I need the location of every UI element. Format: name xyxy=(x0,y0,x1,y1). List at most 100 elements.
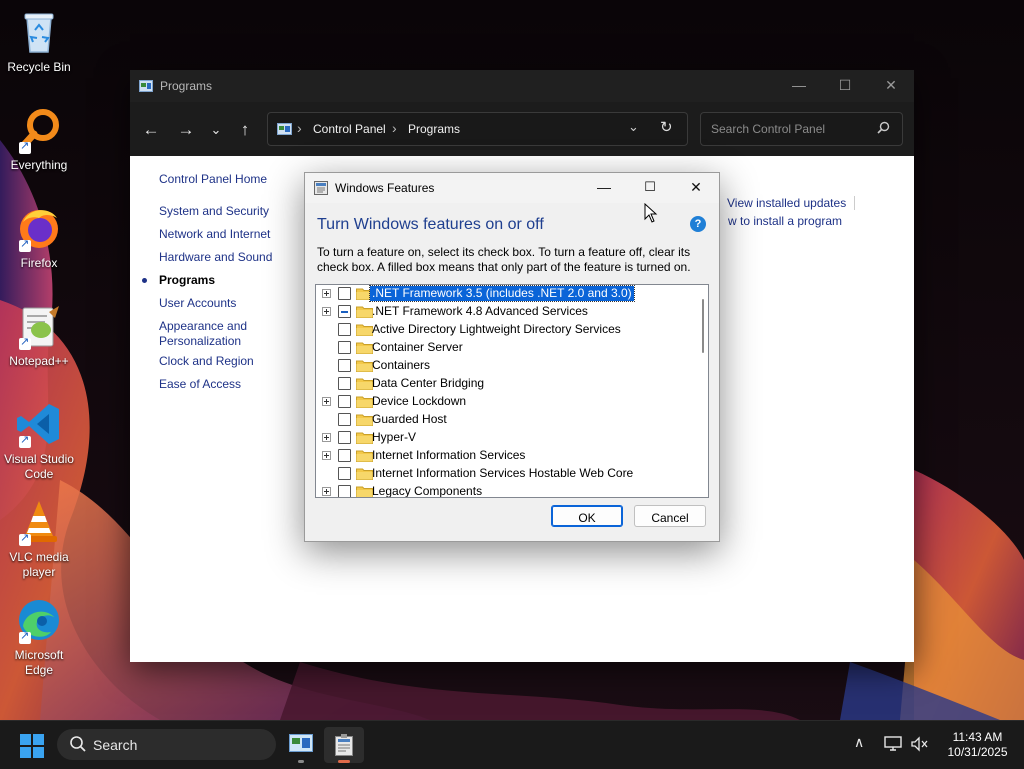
feature-row[interactable]: Hyper-V xyxy=(316,429,696,447)
minimize-button[interactable]: — xyxy=(581,173,627,203)
nav-link-clock-and-region[interactable]: Clock and Region xyxy=(159,354,254,369)
desktop-icon-vscode[interactable]: Visual Studio Code xyxy=(2,400,76,482)
search-input[interactable] xyxy=(709,121,873,137)
nav-link-hardware-and-sound[interactable]: Hardware and Sound xyxy=(159,250,272,265)
back-arrow-icon[interactable]: ← xyxy=(138,117,164,143)
windows-features-icon xyxy=(314,181,328,195)
feature-row[interactable]: Active Directory Lightweight Directory S… xyxy=(316,321,696,339)
nav-link-ease-of-access[interactable]: Ease of Access xyxy=(159,377,241,392)
clock-time: 11:43 AM xyxy=(952,730,1003,744)
close-button[interactable]: ✕ xyxy=(868,70,914,102)
feature-checkbox[interactable] xyxy=(338,467,351,480)
view-installed-updates-link[interactable]: View installed updates xyxy=(727,196,846,210)
expand-plus-icon[interactable] xyxy=(322,307,331,316)
recent-locations-chevron-icon[interactable]: ⌄ xyxy=(203,117,229,143)
feature-checkbox[interactable] xyxy=(338,377,351,390)
nav-link-user-accounts[interactable]: User Accounts xyxy=(159,296,236,311)
desktop-icon-label: Everything xyxy=(10,158,68,172)
feature-checkbox[interactable] xyxy=(338,413,351,426)
desktop-icon-vlc[interactable]: VLC media player xyxy=(2,498,76,580)
dialog-title: Windows Features xyxy=(335,181,435,195)
vlc-icon xyxy=(15,498,63,546)
feature-checkbox[interactable] xyxy=(338,359,351,372)
close-button[interactable]: ✕ xyxy=(673,173,719,203)
nav-link-control-panel-home[interactable]: Control Panel Home xyxy=(159,172,267,187)
feature-checkbox[interactable] xyxy=(338,485,351,497)
feature-checkbox[interactable] xyxy=(338,341,351,354)
address-dropdown-chevron-icon[interactable]: ⌄ xyxy=(628,119,639,135)
expand-plus-icon[interactable] xyxy=(322,451,331,460)
desktop-icon-edge[interactable]: Microsoft Edge xyxy=(2,596,76,678)
dialog-titlebar[interactable]: Windows Features — ☐ ✕ xyxy=(305,173,719,203)
vertical-scrollbar[interactable] xyxy=(702,299,704,353)
desktop-icon-label: Notepad++ xyxy=(9,354,69,368)
help-icon[interactable]: ? xyxy=(690,216,706,232)
feature-row[interactable]: Data Center Bridging xyxy=(316,375,696,393)
windows-features-dialog[interactable]: Windows Features — ☐ ✕ Turn Windows feat… xyxy=(304,172,720,542)
maximize-button[interactable]: ☐ xyxy=(627,173,673,203)
nav-link-system-and-security[interactable]: System and Security xyxy=(159,204,269,219)
feature-checkbox[interactable] xyxy=(338,287,351,300)
nav-link-programs[interactable]: Programs xyxy=(159,273,215,288)
search-control-panel-box[interactable] xyxy=(700,112,903,146)
control-panel-taskbar-app[interactable] xyxy=(281,727,321,763)
feature-checkbox[interactable] xyxy=(338,431,351,444)
taskbar-search-label: Search xyxy=(93,737,138,753)
feature-row[interactable]: Internet Information Services xyxy=(316,447,696,465)
feature-checkbox[interactable] xyxy=(338,449,351,462)
refresh-icon[interactable]: ↻ xyxy=(660,118,673,136)
show-hidden-icons-chevron-icon[interactable]: ∧ xyxy=(854,734,864,751)
desktop-icon-notepad-plus-plus[interactable]: Notepad++ xyxy=(2,302,76,369)
desktop-icon-recycle-bin[interactable]: Recycle Bin xyxy=(2,8,76,75)
address-bar[interactable]: › Control Panel › Programs ⌄ ↻ xyxy=(267,112,688,146)
feature-row[interactable]: Device Lockdown xyxy=(316,393,696,411)
shortcut-arrow-icon xyxy=(19,139,31,154)
expand-plus-icon[interactable] xyxy=(322,487,331,496)
breadcrumb-programs[interactable]: Programs xyxy=(408,122,460,136)
feature-row[interactable]: Legacy Components xyxy=(316,483,696,497)
feature-label: Device Lockdown xyxy=(372,394,467,408)
ok-button[interactable]: OK xyxy=(551,505,623,527)
up-arrow-icon[interactable]: ↑ xyxy=(232,117,258,143)
feature-checkbox[interactable] xyxy=(338,305,351,318)
feature-row[interactable]: Internet Information Services Hostable W… xyxy=(316,465,696,483)
feature-row[interactable]: Container Server xyxy=(316,339,696,357)
feature-row[interactable]: Guarded Host xyxy=(316,411,696,429)
feature-row[interactable]: Containers xyxy=(316,357,696,375)
everything-search-icon xyxy=(15,106,63,154)
network-icon[interactable] xyxy=(884,736,902,752)
cancel-button[interactable]: Cancel xyxy=(634,505,706,527)
windows-start-icon[interactable] xyxy=(20,734,44,758)
nav-link-network-and-internet[interactable]: Network and Internet xyxy=(159,227,270,242)
feature-row[interactable]: .NET Framework 4.8 Advanced Services xyxy=(316,303,696,321)
volume-muted-icon[interactable] xyxy=(910,736,928,752)
desktop-icon-everything[interactable]: Everything xyxy=(2,106,76,173)
taskbar: Search ∧ 11:43 AM 10/31/2025 xyxy=(0,720,1024,769)
expand-plus-icon[interactable] xyxy=(322,289,331,298)
expand-plus-icon[interactable] xyxy=(322,433,331,442)
breadcrumb-control-panel[interactable]: Control Panel xyxy=(313,122,386,136)
how-to-install-program-link[interactable]: w to install a program xyxy=(728,214,842,228)
minimize-button[interactable]: — xyxy=(776,70,822,102)
nav-link-appearance-and-personalization[interactable]: Appearance and Personalization xyxy=(159,319,277,349)
features-tree-list[interactable]: .NET Framework 3.5 (includes .NET 2.0 an… xyxy=(315,284,709,498)
desktop-icon-label: Microsoft Edge xyxy=(14,648,64,677)
clock-date: 10/31/2025 xyxy=(947,745,1008,759)
active-indicator xyxy=(338,760,350,763)
vscode-icon xyxy=(15,400,63,448)
maximize-button[interactable]: ☐ xyxy=(822,70,868,102)
feature-checkbox[interactable] xyxy=(338,395,351,408)
feature-label: .NET Framework 3.5 (includes .NET 2.0 an… xyxy=(369,285,635,302)
desktop-icon-label: Recycle Bin xyxy=(7,60,71,74)
window-titlebar[interactable]: Programs — ☐ ✕ xyxy=(130,70,914,102)
desktop-icon-firefox[interactable]: Firefox xyxy=(2,204,76,271)
expand-plus-icon[interactable] xyxy=(322,397,331,406)
system-clock[interactable]: 11:43 AM 10/31/2025 xyxy=(935,730,1020,760)
desktop-icon-label: Visual Studio Code xyxy=(4,452,74,481)
taskbar-search-box[interactable]: Search xyxy=(57,729,276,760)
shortcut-arrow-icon xyxy=(19,629,31,644)
feature-checkbox[interactable] xyxy=(338,323,351,336)
feature-row[interactable]: .NET Framework 3.5 (includes .NET 2.0 an… xyxy=(316,285,696,303)
forward-arrow-icon[interactable]: → xyxy=(173,117,199,143)
windows-features-taskbar-app[interactable] xyxy=(324,727,364,763)
